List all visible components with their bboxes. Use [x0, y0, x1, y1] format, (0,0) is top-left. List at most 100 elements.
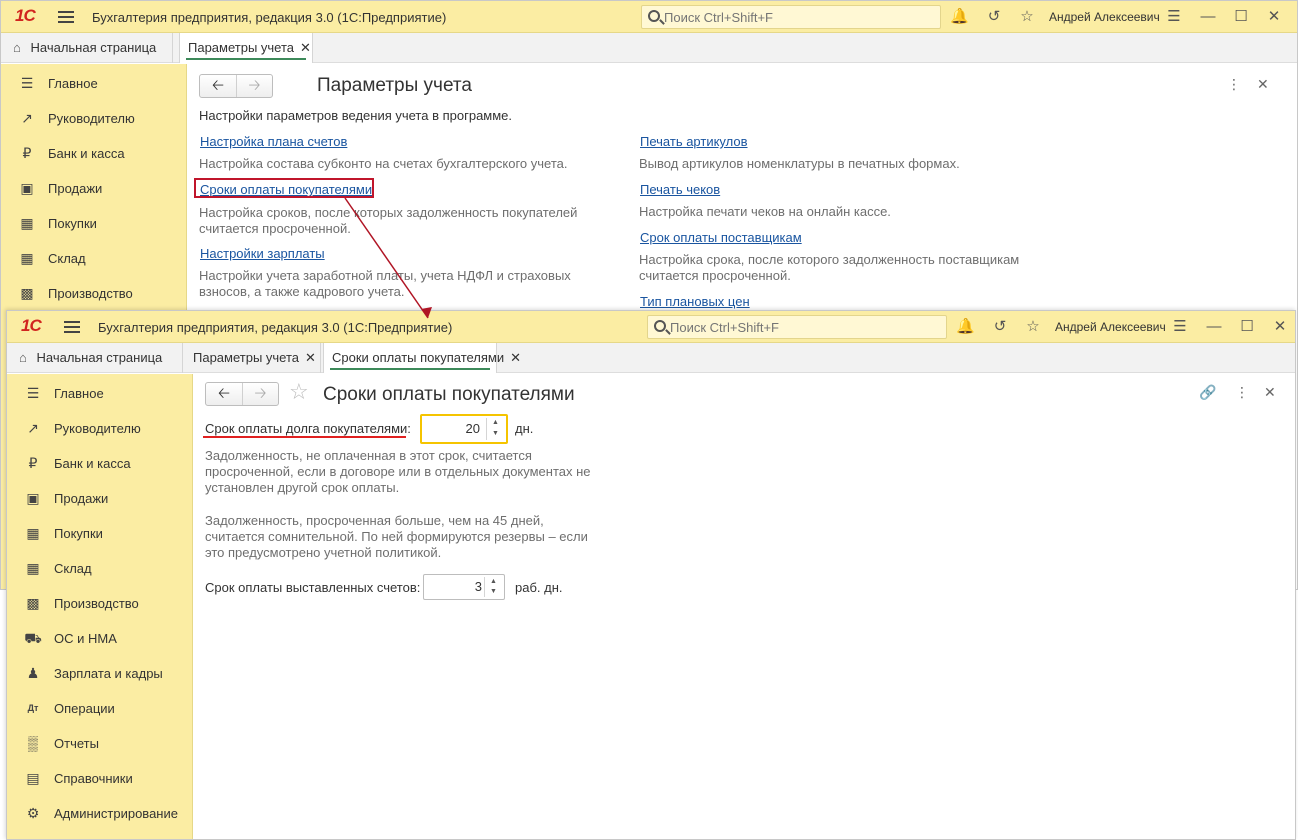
maximize-icon[interactable]: ☐	[1232, 8, 1250, 26]
sidebar-item-bank[interactable]: ₽ Банк и касса	[1, 136, 186, 171]
spin-down-icon[interactable]: ▼	[487, 429, 504, 440]
bell-icon[interactable]: 🔔	[950, 8, 969, 26]
sidebar-label: Банк и касса	[54, 456, 131, 471]
tab-customer-payment-terms[interactable]: Сроки оплаты покупателями ✕	[323, 343, 521, 373]
minimize-icon[interactable]: —	[1199, 8, 1217, 26]
link-print-receipts[interactable]: Печать чеков	[640, 182, 720, 197]
back-arrow-icon[interactable]: 🡠	[200, 75, 236, 97]
link-supplier-payment-terms[interactable]: Срок оплаты поставщикам	[640, 230, 802, 245]
search-icon	[654, 320, 666, 332]
sidebar-item-main[interactable]: ☰ Главное	[7, 376, 192, 411]
search-icon	[648, 10, 660, 22]
bell-icon[interactable]: 🔔	[956, 318, 975, 336]
sidebar-item-fixed-assets[interactable]: ⛟ ОС и НМА	[7, 621, 192, 656]
debt-term-input[interactable]: 20 ▲ ▼	[420, 414, 508, 444]
invoice-term-input[interactable]: 3 ▲ ▼	[423, 574, 505, 600]
spin-down-icon[interactable]: ▼	[485, 587, 502, 597]
link-chain-icon[interactable]: 🔗	[1199, 384, 1216, 401]
doubtful-note: Задолженность, просроченная больше, чем …	[205, 513, 588, 560]
sidebar-item-director[interactable]: ↗ Руководителю	[7, 411, 192, 446]
history-icon[interactable]: ↺	[985, 8, 1003, 26]
debt-term-value: 20	[465, 421, 480, 436]
sidebar-item-admin[interactable]: ⚙ Администрирование	[7, 796, 192, 831]
hamburger-menu-icon[interactable]	[58, 11, 74, 23]
tab-home[interactable]: ⌂ Начальная страница	[1, 33, 173, 63]
cart-icon: ▦	[26, 525, 40, 541]
tab-home[interactable]: ⌂ Начальная страница	[7, 343, 183, 373]
sidebar-item-purchases[interactable]: ▦ Покупки	[7, 516, 192, 551]
tab-close-icon[interactable]: ✕	[510, 343, 521, 373]
sidebar-item-production[interactable]: ▩ Производство	[7, 586, 192, 621]
star-icon[interactable]: ☆	[1018, 8, 1036, 26]
sidebar-item-main[interactable]: ☰ Главное	[1, 66, 186, 101]
sidebar-item-sales[interactable]: ▣ Продажи	[1, 171, 186, 206]
more-vertical-icon[interactable]: ⋮	[1235, 384, 1249, 401]
tab-close-icon[interactable]: ✕	[305, 343, 316, 373]
window-customer-payment-terms: 1С Бухгалтерия предприятия, редакция 3.0…	[6, 310, 1296, 840]
invoice-term-stepper[interactable]: ▲ ▼	[484, 577, 502, 597]
grid-icon: ▦	[20, 250, 34, 266]
grid-icon: ▦	[26, 560, 40, 576]
favorite-star-icon[interactable]: ☆	[289, 379, 309, 405]
search-input[interactable]	[664, 9, 904, 25]
maximize-icon[interactable]: ☐	[1238, 318, 1256, 336]
invoice-term-label: Срок оплаты выставленных счетов:	[205, 580, 421, 595]
sidebar-item-production[interactable]: ▩ Производство	[1, 276, 186, 311]
menu-lines-icon: ☰	[26, 385, 40, 401]
sidebar-label: Производство	[54, 596, 139, 611]
sidebar-label: Главное	[54, 386, 104, 401]
tab-label: Параметры учета	[188, 40, 295, 55]
forward-arrow-icon[interactable]: 🡢	[236, 75, 272, 97]
overdue-note: Задолженность, не оплаченная в этот срок…	[205, 448, 591, 495]
history-icon[interactable]: ↺	[991, 318, 1009, 336]
tab-home-label: Начальная страница	[36, 350, 163, 365]
link-print-articles[interactable]: Печать артикулов	[640, 134, 748, 149]
sidebar-item-reports[interactable]: ▒ Отчеты	[7, 726, 192, 761]
user-name[interactable]: Андрей Алексеевич	[1049, 10, 1160, 24]
sidebar-label: Продажи	[54, 491, 109, 506]
close-form-icon[interactable]: ✕	[1264, 384, 1276, 401]
sidebar-item-catalogs[interactable]: ▤ Справочники	[7, 761, 192, 796]
minimize-icon[interactable]: —	[1205, 318, 1223, 336]
sidebar-item-bank[interactable]: ₽ Банк и касса	[7, 446, 192, 481]
forward-arrow-icon[interactable]: 🡢	[242, 383, 278, 405]
sidebar-item-salary[interactable]: ♟ Зарплата и кадры	[7, 656, 192, 691]
sidebar-label: Банк и касса	[48, 146, 125, 161]
user-name[interactable]: Андрей Алексеевич	[1055, 320, 1166, 334]
invoice-term-value: 3	[474, 579, 482, 594]
link-chart-of-accounts[interactable]: Настройка плана счетов	[200, 134, 347, 149]
sidebar-item-purchases[interactable]: ▦ Покупки	[1, 206, 186, 241]
tab-close-icon[interactable]: ✕	[300, 33, 311, 63]
sidebar-item-sales[interactable]: ▣ Продажи	[7, 481, 192, 516]
spin-up-icon[interactable]: ▲	[485, 577, 502, 587]
sidebar-item-warehouse[interactable]: ▦ Склад	[7, 551, 192, 586]
sidebar-item-warehouse[interactable]: ▦ Склад	[1, 241, 186, 276]
hamburger-menu-icon[interactable]	[64, 321, 80, 333]
settings-menu-icon[interactable]: ☰	[1171, 318, 1189, 336]
settings-menu-icon[interactable]: ☰	[1165, 8, 1183, 26]
tab-bar: ⌂ Начальная страница Параметры учета ✕	[1, 33, 1297, 63]
close-icon[interactable]: ✕	[1265, 8, 1283, 26]
sidebar-label: ОС и НМА	[54, 631, 117, 646]
highlight-underline	[203, 436, 406, 438]
close-form-icon[interactable]: ✕	[1257, 76, 1269, 93]
spin-up-icon[interactable]: ▲	[487, 418, 504, 429]
search-input[interactable]	[670, 319, 910, 335]
tab-account-params[interactable]: Параметры учета ✕	[179, 33, 313, 63]
search-box[interactable]	[641, 5, 941, 29]
link-planned-price-type[interactable]: Тип плановых цен	[640, 294, 750, 309]
sidebar-label: Операции	[54, 701, 115, 716]
tab-account-params[interactable]: Параметры учета ✕	[185, 343, 321, 373]
close-icon[interactable]: ✕	[1271, 318, 1289, 336]
home-icon: ⌂	[13, 40, 21, 55]
back-arrow-icon[interactable]: 🡠	[206, 383, 242, 405]
debt-term-stepper[interactable]: ▲ ▼	[486, 418, 504, 440]
sidebar-item-director[interactable]: ↗ Руководителю	[1, 101, 186, 136]
sidebar-item-operations[interactable]: Дт Операции	[7, 691, 192, 726]
star-icon[interactable]: ☆	[1024, 318, 1042, 336]
more-vertical-icon[interactable]: ⋮	[1227, 76, 1241, 93]
search-box[interactable]	[647, 315, 947, 339]
link-salary-settings[interactable]: Настройки зарплаты	[200, 246, 325, 261]
dt-kt-icon: Дт	[27, 703, 39, 713]
bar-chart-icon: ▒	[28, 735, 38, 751]
